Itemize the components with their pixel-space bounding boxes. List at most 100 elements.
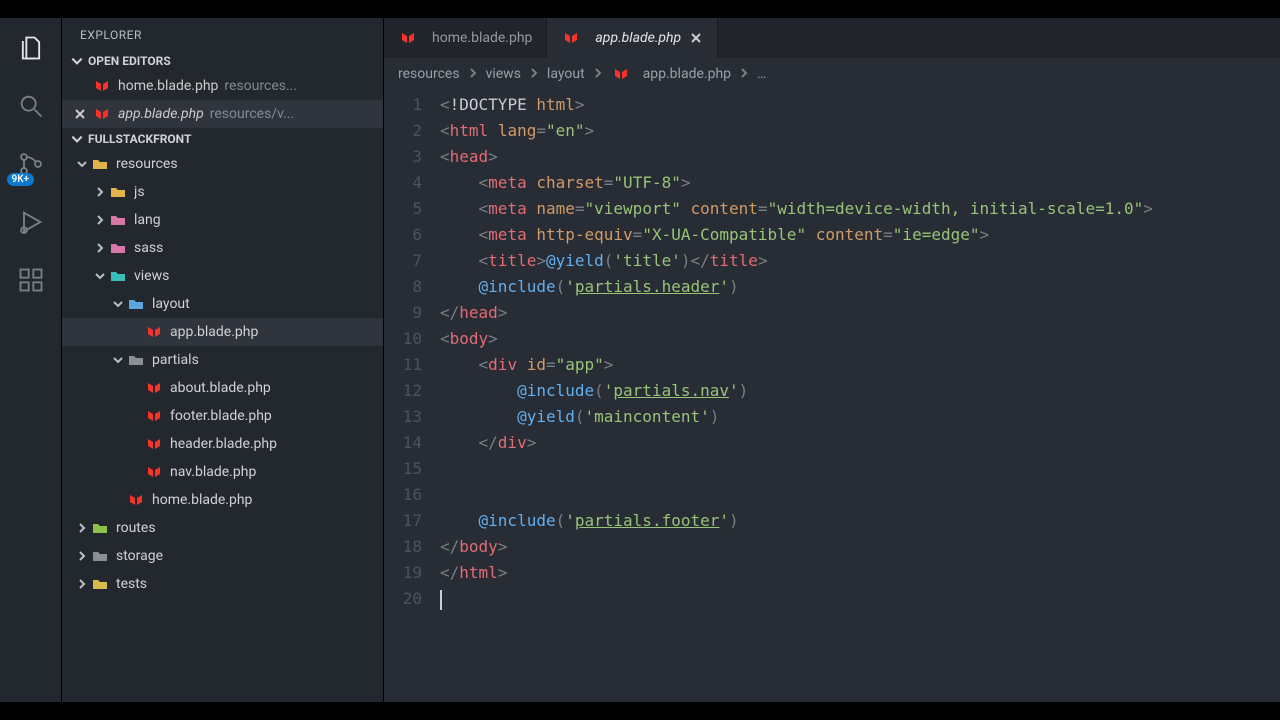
laravel-icon bbox=[92, 104, 112, 124]
chevron-down-icon bbox=[74, 158, 90, 170]
tree-item[interactable]: layout bbox=[62, 290, 383, 318]
activity-extensions-icon[interactable] bbox=[11, 260, 51, 300]
chevron-down-icon bbox=[110, 354, 126, 366]
breadcrumb-item[interactable]: layout bbox=[547, 66, 585, 82]
code-content[interactable]: <!DOCTYPE html><html lang="en"><head> <m… bbox=[440, 88, 1280, 702]
chevron-right-icon bbox=[74, 522, 90, 534]
activity-bar: 9K+ bbox=[0, 18, 62, 702]
tree-item[interactable]: home.blade.php bbox=[62, 486, 383, 514]
code-editor[interactable]: 1234567891011121314151617181920 <!DOCTYP… bbox=[384, 88, 1280, 702]
editor-tabs: home.blade.php app.blade.php bbox=[384, 18, 1280, 58]
sidebar-title: EXPLORER bbox=[62, 18, 383, 50]
tree-item[interactable]: tests bbox=[62, 570, 383, 598]
folder-icon bbox=[90, 154, 110, 174]
close-icon[interactable] bbox=[72, 108, 88, 120]
tree-item[interactable]: app.blade.php bbox=[62, 318, 383, 346]
tree-item-label: js bbox=[134, 184, 145, 200]
open-editor-item[interactable]: app.blade.php resources/v... bbox=[62, 100, 383, 128]
tree-item-label: sass bbox=[134, 240, 163, 256]
tree-item-label: tests bbox=[116, 576, 147, 592]
chevron-right-icon bbox=[92, 186, 108, 198]
tree-item-label: layout bbox=[152, 296, 190, 312]
tree-item-label: header.blade.php bbox=[170, 436, 277, 452]
open-editors-label: OPEN EDITORS bbox=[88, 54, 171, 68]
chevron-right-icon bbox=[593, 66, 603, 82]
tree-item[interactable]: nav.blade.php bbox=[62, 458, 383, 486]
editor-tab[interactable]: app.blade.php bbox=[547, 18, 718, 58]
open-editor-path: resources/v... bbox=[210, 106, 294, 122]
tree-item[interactable]: partials bbox=[62, 346, 383, 374]
chevron-down-icon bbox=[92, 270, 108, 282]
chevron-right-icon bbox=[74, 578, 90, 590]
chevron-down-icon bbox=[110, 298, 126, 310]
folder-icon bbox=[108, 266, 128, 286]
open-editor-path: resources... bbox=[224, 78, 297, 94]
folder-icon bbox=[126, 294, 146, 314]
folder-icon bbox=[108, 210, 128, 230]
open-editor-label: app.blade.php bbox=[118, 106, 204, 122]
laravel-icon bbox=[398, 28, 418, 48]
scm-badge: 9K+ bbox=[7, 173, 35, 186]
chevron-right-icon bbox=[739, 66, 749, 82]
chevron-right-icon bbox=[92, 242, 108, 254]
chevron-down-icon bbox=[70, 132, 84, 146]
tree-item-label: lang bbox=[134, 212, 161, 228]
app-root: 9K+ EXPLORER OPEN EDITORS home.blade.php… bbox=[0, 18, 1280, 702]
tree-item-label: about.blade.php bbox=[170, 380, 271, 396]
tree-item[interactable]: lang bbox=[62, 206, 383, 234]
tree-item[interactable]: views bbox=[62, 262, 383, 290]
activity-search-icon[interactable] bbox=[11, 86, 51, 126]
activity-debug-icon[interactable] bbox=[11, 202, 51, 242]
tree-item-label: views bbox=[134, 268, 169, 284]
editor-tab[interactable]: home.blade.php bbox=[384, 18, 547, 58]
breadcrumb[interactable]: resources views layout app.blade.php … bbox=[384, 58, 1280, 88]
open-editors-list: home.blade.php resources... app.blade.php r… bbox=[62, 72, 383, 128]
tree-item-label: resources bbox=[116, 156, 178, 172]
chevron-right-icon bbox=[529, 66, 539, 82]
activity-explorer-icon[interactable] bbox=[11, 28, 51, 68]
laravel-icon bbox=[144, 462, 164, 482]
laravel-icon bbox=[126, 490, 146, 510]
open-editor-item[interactable]: home.blade.php resources... bbox=[62, 72, 383, 100]
breadcrumb-item[interactable]: views bbox=[486, 66, 521, 82]
laravel-icon bbox=[144, 322, 164, 342]
tree-item[interactable]: storage bbox=[62, 542, 383, 570]
tree-item[interactable]: resources bbox=[62, 150, 383, 178]
laravel-icon bbox=[144, 378, 164, 398]
activity-scm-icon[interactable]: 9K+ bbox=[11, 144, 51, 184]
close-icon[interactable] bbox=[689, 31, 703, 45]
laravel-icon bbox=[611, 64, 631, 84]
tree-item[interactable]: header.blade.php bbox=[62, 430, 383, 458]
tree-item-label: storage bbox=[116, 548, 163, 564]
tree-item[interactable]: js bbox=[62, 178, 383, 206]
tree-item-label: app.blade.php bbox=[170, 324, 258, 340]
breadcrumb-item[interactable]: resources bbox=[398, 66, 460, 82]
chevron-down-icon bbox=[70, 54, 84, 68]
breadcrumb-more[interactable]: … bbox=[757, 66, 766, 82]
folder-icon bbox=[108, 238, 128, 258]
tree-item-label: routes bbox=[116, 520, 156, 536]
folder-icon bbox=[90, 546, 110, 566]
line-gutter: 1234567891011121314151617181920 bbox=[384, 88, 440, 702]
tree-item[interactable]: sass bbox=[62, 234, 383, 262]
tab-label: app.blade.php bbox=[595, 30, 681, 46]
chevron-right-icon bbox=[74, 550, 90, 562]
sidebar: EXPLORER OPEN EDITORS home.blade.php reso… bbox=[62, 18, 384, 702]
tree-item-label: partials bbox=[152, 352, 199, 368]
tree-item[interactable]: about.blade.php bbox=[62, 374, 383, 402]
laravel-icon bbox=[144, 406, 164, 426]
tree-item[interactable]: routes bbox=[62, 514, 383, 542]
laravel-icon bbox=[561, 28, 581, 48]
breadcrumb-file[interactable]: app.blade.php bbox=[611, 64, 731, 84]
folder-icon bbox=[126, 350, 146, 370]
editor-area: home.blade.php app.blade.php resources vi… bbox=[384, 18, 1280, 702]
laravel-icon bbox=[92, 76, 112, 96]
project-header[interactable]: FULLSTACKFRONT bbox=[62, 128, 383, 150]
open-editors-header[interactable]: OPEN EDITORS bbox=[62, 50, 383, 72]
window-letterbox-top bbox=[0, 0, 1280, 18]
window-letterbox-bottom bbox=[0, 702, 1280, 720]
tree-item[interactable]: footer.blade.php bbox=[62, 402, 383, 430]
open-editor-label: home.blade.php bbox=[118, 78, 218, 94]
tree-item-label: home.blade.php bbox=[152, 492, 252, 508]
chevron-right-icon bbox=[92, 214, 108, 226]
